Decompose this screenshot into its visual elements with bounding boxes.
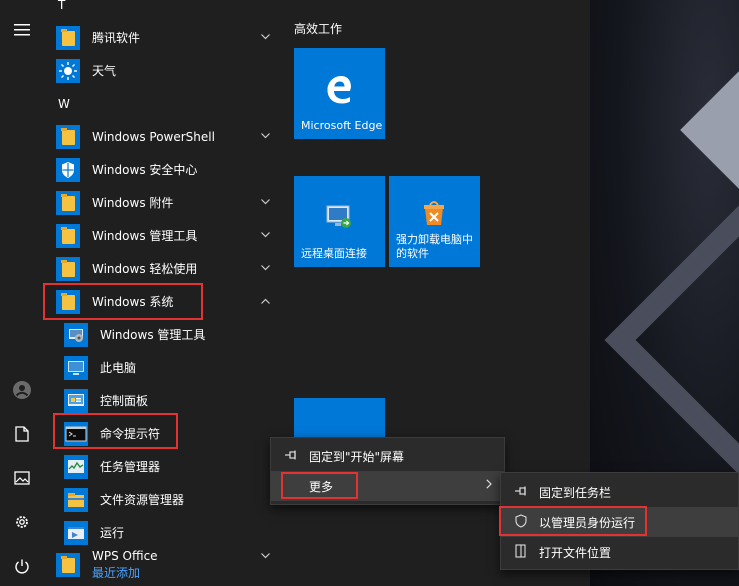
computer-icon — [64, 355, 88, 380]
app-item-powershell[interactable]: Windows PowerShell — [56, 120, 282, 153]
app-label: Windows 附件 — [92, 196, 174, 210]
app-item-tencent[interactable]: 腾讯软件 — [56, 21, 282, 54]
file-explorer-icon — [64, 487, 88, 512]
pin-icon — [513, 485, 529, 499]
menu-item-open-location[interactable]: 打开文件位置 — [501, 537, 738, 567]
folder-icon — [56, 553, 80, 577]
document-icon[interactable] — [0, 414, 44, 454]
system-item-explorer[interactable]: 文件资源管理器 — [64, 483, 282, 516]
shield-icon — [56, 157, 80, 182]
folder-icon — [56, 223, 80, 248]
run-icon — [64, 520, 88, 545]
chevron-right-icon — [486, 479, 492, 492]
app-label: 天气 — [92, 64, 117, 78]
menu-item-label: 固定到任务栏 — [539, 485, 612, 500]
menu-item-pin-taskbar[interactable]: 固定到任务栏 — [501, 477, 738, 507]
system-item-this-pc[interactable]: 此电脑 — [64, 351, 282, 384]
system-item-run[interactable]: 运行 — [64, 516, 282, 549]
section-letter-w[interactable]: W — [58, 97, 70, 111]
menu-item-label: 固定到"开始"屏幕 — [309, 449, 405, 464]
tile-label-line: 强力卸载电脑中 — [396, 233, 473, 246]
desktop-decor-shape — [680, 45, 739, 215]
tile-group-title: 高效工作 — [294, 22, 343, 36]
system-item-task-manager[interactable]: 任务管理器 — [64, 450, 282, 483]
tile-uninstall-software[interactable]: 强力卸载电脑中 的软件 — [389, 176, 480, 267]
tile-label-line: 的软件 — [396, 247, 429, 260]
app-item-security[interactable]: Windows 安全中心 — [56, 153, 282, 186]
chevron-down-icon — [258, 228, 272, 242]
chevron-down-icon — [258, 549, 272, 563]
folder-icon — [56, 190, 80, 215]
remote-desktop-icon — [324, 202, 354, 235]
app-label: 控制面板 — [100, 394, 149, 408]
app-label: 文件资源管理器 — [100, 493, 185, 507]
recently-added-badge: 最近添加 — [92, 566, 141, 580]
sun-icon — [56, 58, 80, 83]
gear-icon[interactable] — [0, 502, 44, 542]
open-folder-icon — [513, 543, 529, 561]
app-label: 任务管理器 — [100, 460, 161, 474]
admin-tools-icon — [64, 322, 88, 347]
start-rail — [0, 0, 44, 586]
highlight-box-run-as-admin — [499, 506, 647, 536]
folder-icon — [56, 256, 80, 281]
folder-icon — [56, 25, 80, 50]
tile-microsoft-edge[interactable]: Microsoft Edge — [294, 48, 385, 139]
uninstall-icon — [419, 198, 449, 231]
control-panel-icon — [64, 388, 88, 413]
app-label: Windows 管理工具 — [100, 328, 206, 342]
section-letter-t[interactable]: T — [58, 0, 65, 12]
tile-label: Microsoft Edge — [301, 119, 383, 132]
app-item-weather[interactable]: 天气 — [56, 54, 282, 87]
tile-remote-desktop[interactable]: 远程桌面连接 — [294, 176, 385, 267]
app-label: WPS Office — [92, 549, 158, 563]
app-label: 运行 — [100, 526, 125, 540]
menu-item-label: 打开文件位置 — [539, 545, 612, 560]
folder-icon — [56, 124, 80, 149]
power-icon[interactable] — [0, 546, 44, 586]
pin-icon — [283, 449, 299, 463]
highlight-box-more — [281, 472, 358, 499]
app-label: Windows PowerShell — [92, 129, 215, 144]
app-item-ease-of-access[interactable]: Windows 轻松使用 — [56, 252, 282, 285]
chevron-up-icon — [258, 294, 272, 308]
app-label: Windows 管理工具 — [92, 229, 198, 243]
tile-label: 远程桌面连接 — [301, 247, 367, 260]
hamburger-icon[interactable] — [0, 10, 44, 50]
app-item-admin-tools[interactable]: Windows 管理工具 — [56, 219, 282, 252]
pictures-icon[interactable] — [0, 458, 44, 498]
system-item-admin-tools[interactable]: Windows 管理工具 — [64, 318, 282, 351]
highlight-box-windows-system — [43, 283, 203, 320]
menu-item-pin-start[interactable]: 固定到"开始"屏幕 — [271, 441, 504, 471]
app-item-wps[interactable]: WPS Office 最近添加 — [56, 547, 282, 583]
app-label: 此电脑 — [100, 361, 137, 375]
highlight-box-cmd — [53, 413, 178, 449]
edge-icon — [324, 74, 354, 107]
tile-label-multiline: 强力卸载电脑中 的软件 — [396, 233, 473, 261]
avatar-icon[interactable] — [0, 370, 44, 410]
desktop-decor-shape — [604, 184, 739, 496]
chevron-down-icon — [258, 129, 272, 143]
tile-partial[interactable] — [294, 398, 385, 438]
app-label: Windows 轻松使用 — [92, 262, 198, 276]
app-label: 腾讯软件 — [92, 31, 141, 45]
chevron-down-icon — [258, 195, 272, 209]
task-manager-icon — [64, 454, 88, 479]
chevron-down-icon — [258, 30, 272, 44]
app-item-accessories[interactable]: Windows 附件 — [56, 186, 282, 219]
app-label: Windows 安全中心 — [92, 163, 198, 177]
chevron-down-icon — [258, 261, 272, 275]
